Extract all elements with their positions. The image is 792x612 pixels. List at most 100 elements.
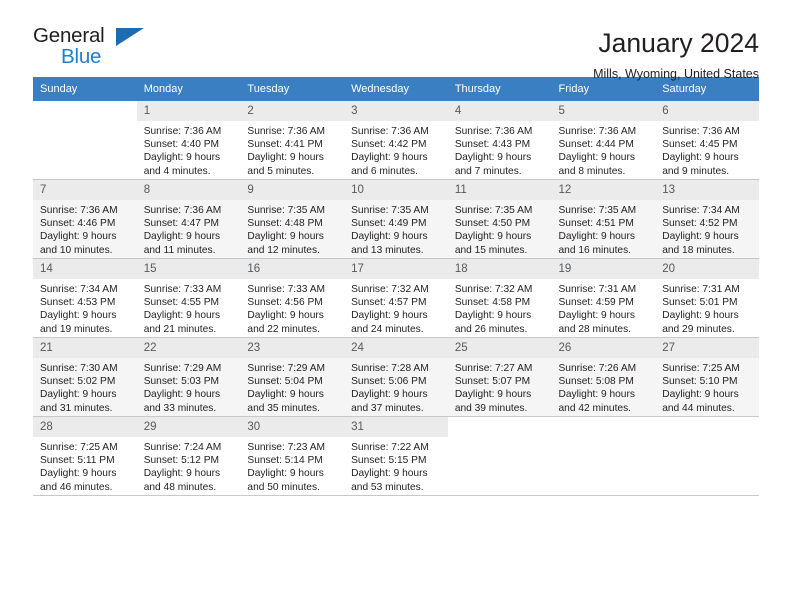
day-number: 2 [240, 101, 345, 121]
day-number: 8 [136, 180, 241, 200]
calendar-day-cell[interactable]: 27 Sunrise: 7:25 AM Sunset: 5:10 PM Dayligh… [655, 337, 759, 417]
calendar-day-cell[interactable]: 7 Sunrise: 7:36 AM Sunset: 4:46 PM Daylight… [33, 179, 137, 259]
day-number: 11 [447, 180, 552, 200]
calendar-cell-empty [447, 416, 552, 496]
sunset-text: Sunset: 4:57 PM [351, 297, 427, 309]
daylight-text-line1: Daylight: 9 hours [558, 310, 635, 322]
calendar-day-cell[interactable]: 9 Sunrise: 7:35 AM Sunset: 4:48 PM Daylight… [240, 179, 345, 259]
calendar-cell-inner: 22 Sunrise: 7:29 AM Sunset: 5:03 PM Dayligh… [136, 338, 241, 416]
daylight-text-line2: and 39 minutes. [454, 402, 528, 414]
calendar-day-cell[interactable]: 12 Sunrise: 7:35 AM Sunset: 4:51 PM Dayligh… [551, 179, 656, 259]
daylight-text-line1: Daylight: 9 hours [40, 310, 117, 322]
calendar-day-cell[interactable]: 20 Sunrise: 7:31 AM Sunset: 5:01 PM Dayligh… [655, 258, 759, 338]
calendar-day-cell[interactable]: 5 Sunrise: 7:36 AM Sunset: 4:44 PM Daylight… [551, 101, 656, 180]
day-sun-info: Sunrise: 7:26 AM Sunset: 5:08 PM Daylight:… [552, 358, 656, 415]
day-sun-info: Sunrise: 7:36 AM Sunset: 4:44 PM Daylight:… [552, 121, 656, 178]
calendar-week-row: 21 Sunrise: 7:30 AM Sunset: 5:02 PM Dayligh… [33, 337, 759, 417]
calendar-day-cell[interactable]: 19 Sunrise: 7:31 AM Sunset: 4:59 PM Dayligh… [551, 258, 656, 338]
daylight-text-line1: Daylight: 9 hours [351, 231, 428, 243]
calendar-cell-inner: 12 Sunrise: 7:35 AM Sunset: 4:51 PM Dayligh… [551, 180, 656, 258]
sunset-text: Sunset: 4:51 PM [558, 218, 634, 230]
day-sun-info: Sunrise: 7:36 AM Sunset: 4:41 PM Daylight:… [240, 121, 344, 178]
daylight-text-line1: Daylight: 9 hours [247, 152, 324, 164]
daylight-text-line1: Daylight: 9 hours [143, 389, 221, 401]
sunset-text: Sunset: 4:56 PM [247, 297, 323, 309]
calendar-page: General Blue January 2024 Mills, Wyoming… [0, 0, 792, 612]
calendar-day-cell[interactable]: 6 Sunrise: 7:36 AM Sunset: 4:45 PM Daylight… [655, 101, 759, 180]
sunset-text: Sunset: 4:42 PM [351, 139, 427, 151]
calendar-day-cell[interactable]: 1 Sunrise: 7:36 AM Sunset: 4:40 PM Daylight… [136, 101, 241, 180]
day-number: 19 [551, 259, 656, 279]
day-number: 18 [447, 259, 552, 279]
daylight-text-line2: and 44 minutes. [662, 402, 735, 414]
daylight-text-line2: and 31 minutes. [40, 402, 113, 414]
daylight-text-line1: Daylight: 9 hours [454, 231, 532, 243]
sunset-text: Sunset: 5:04 PM [247, 376, 323, 388]
day-sun-info: Sunrise: 7:29 AM Sunset: 5:03 PM Daylight:… [137, 358, 241, 415]
daylight-text-line2: and 33 minutes. [143, 402, 217, 414]
general-blue-logo[interactable]: General Blue [33, 25, 153, 74]
daylight-text-line2: and 15 minutes. [454, 244, 528, 256]
calendar-day-cell[interactable]: 2 Sunrise: 7:36 AM Sunset: 4:41 PM Daylight… [240, 101, 345, 180]
day-number: 26 [551, 338, 656, 358]
calendar-day-cell[interactable]: 13 Sunrise: 7:34 AM Sunset: 4:52 PM Dayligh… [655, 179, 759, 259]
sunrise-text: Sunrise: 7:31 AM [662, 284, 740, 295]
daylight-text-line1: Daylight: 9 hours [351, 152, 428, 164]
calendar-day-cell[interactable]: 15 Sunrise: 7:33 AM Sunset: 4:55 PM Dayligh… [136, 258, 241, 338]
sunrise-text: Sunrise: 7:35 AM [558, 205, 637, 216]
sunrise-text: Sunrise: 7:24 AM [143, 442, 222, 453]
calendar-day-cell[interactable]: 25 Sunrise: 7:27 AM Sunset: 5:07 PM Dayligh… [447, 337, 552, 417]
daylight-text-line1: Daylight: 9 hours [40, 468, 117, 480]
calendar-cell-inner: 5 Sunrise: 7:36 AM Sunset: 4:44 PM Daylight… [551, 101, 656, 179]
calendar-cell-inner: 20 Sunrise: 7:31 AM Sunset: 5:01 PM Dayligh… [655, 259, 759, 337]
sunset-text: Sunset: 5:11 PM [40, 455, 115, 467]
calendar-cell-inner: 21 Sunrise: 7:30 AM Sunset: 5:02 PM Dayligh… [33, 338, 137, 416]
daylight-text-line2: and 50 minutes. [247, 481, 320, 493]
calendar-day-cell[interactable]: 18 Sunrise: 7:32 AM Sunset: 4:58 PM Dayligh… [447, 258, 552, 338]
calendar-day-cell[interactable]: 23 Sunrise: 7:29 AM Sunset: 5:04 PM Dayligh… [240, 337, 345, 417]
day-number: 3 [344, 101, 448, 121]
calendar-cell-inner: 18 Sunrise: 7:32 AM Sunset: 4:58 PM Dayligh… [447, 259, 552, 337]
daylight-text-line2: and 12 minutes. [247, 244, 320, 256]
day-sun-info: Sunrise: 7:34 AM Sunset: 4:53 PM Daylight:… [33, 279, 137, 336]
calendar-day-cell[interactable]: 10 Sunrise: 7:35 AM Sunset: 4:49 PM Dayligh… [344, 179, 448, 259]
sunset-text: Sunset: 5:15 PM [351, 455, 427, 467]
sunrise-text: Sunrise: 7:36 AM [40, 205, 118, 216]
day-number: 15 [136, 259, 241, 279]
daylight-text-line2: and 48 minutes. [143, 481, 217, 493]
calendar-day-cell[interactable]: 17 Sunrise: 7:32 AM Sunset: 4:57 PM Dayligh… [344, 258, 448, 338]
sunset-text: Sunset: 5:12 PM [143, 455, 220, 467]
calendar-cell-empty [551, 416, 656, 496]
sunrise-text: Sunrise: 7:32 AM [454, 284, 533, 295]
daylight-text-line1: Daylight: 9 hours [454, 389, 532, 401]
calendar-day-cell[interactable]: 8 Sunrise: 7:36 AM Sunset: 4:47 PM Daylight… [136, 179, 241, 259]
daylight-text-line2: and 19 minutes. [40, 323, 113, 335]
calendar-day-cell[interactable]: 26 Sunrise: 7:26 AM Sunset: 5:08 PM Dayligh… [551, 337, 656, 417]
calendar-day-cell[interactable]: 14 Sunrise: 7:34 AM Sunset: 4:53 PM Dayligh… [33, 258, 137, 338]
calendar-day-cell[interactable]: 31 Sunrise: 7:22 AM Sunset: 5:15 PM Dayligh… [344, 416, 448, 496]
daylight-text-line2: and 13 minutes. [351, 244, 424, 256]
sunrise-text: Sunrise: 7:36 AM [247, 126, 325, 137]
daylight-text-line2: and 4 minutes. [143, 165, 211, 177]
calendar-day-cell[interactable]: 22 Sunrise: 7:29 AM Sunset: 5:03 PM Dayligh… [136, 337, 241, 417]
sunset-text: Sunset: 4:44 PM [558, 139, 634, 151]
sunrise-text: Sunrise: 7:34 AM [662, 205, 740, 216]
calendar-day-cell[interactable]: 29 Sunrise: 7:24 AM Sunset: 5:12 PM Dayligh… [136, 416, 241, 496]
sunrise-text: Sunrise: 7:29 AM [143, 363, 222, 374]
calendar-day-cell[interactable]: 16 Sunrise: 7:33 AM Sunset: 4:56 PM Dayligh… [240, 258, 345, 338]
calendar-day-cell[interactable]: 4 Sunrise: 7:36 AM Sunset: 4:43 PM Daylight… [447, 101, 552, 180]
day-sun-info: Sunrise: 7:33 AM Sunset: 4:56 PM Daylight:… [240, 279, 344, 336]
calendar-day-cell[interactable]: 30 Sunrise: 7:23 AM Sunset: 5:14 PM Dayligh… [240, 416, 345, 496]
calendar-day-cell[interactable]: 28 Sunrise: 7:25 AM Sunset: 5:11 PM Dayligh… [33, 416, 137, 496]
sunset-text: Sunset: 4:55 PM [143, 297, 220, 309]
calendar-day-cell[interactable]: 24 Sunrise: 7:28 AM Sunset: 5:06 PM Dayligh… [344, 337, 448, 417]
calendar-day-cell[interactable]: 3 Sunrise: 7:36 AM Sunset: 4:42 PM Daylight… [344, 101, 448, 180]
sunset-text: Sunset: 5:01 PM [662, 297, 738, 309]
daylight-text-line2: and 28 minutes. [558, 323, 632, 335]
calendar-day-cell[interactable]: 11 Sunrise: 7:35 AM Sunset: 4:50 PM Dayligh… [447, 179, 552, 259]
calendar-day-cell[interactable]: 21 Sunrise: 7:30 AM Sunset: 5:02 PM Dayligh… [33, 337, 137, 417]
calendar-cell-empty [655, 416, 759, 496]
sunrise-text: Sunrise: 7:36 AM [143, 205, 222, 216]
calendar-cell-inner: 11 Sunrise: 7:35 AM Sunset: 4:50 PM Dayligh… [447, 180, 552, 258]
day-sun-info: Sunrise: 7:34 AM Sunset: 4:52 PM Daylight:… [655, 200, 759, 257]
